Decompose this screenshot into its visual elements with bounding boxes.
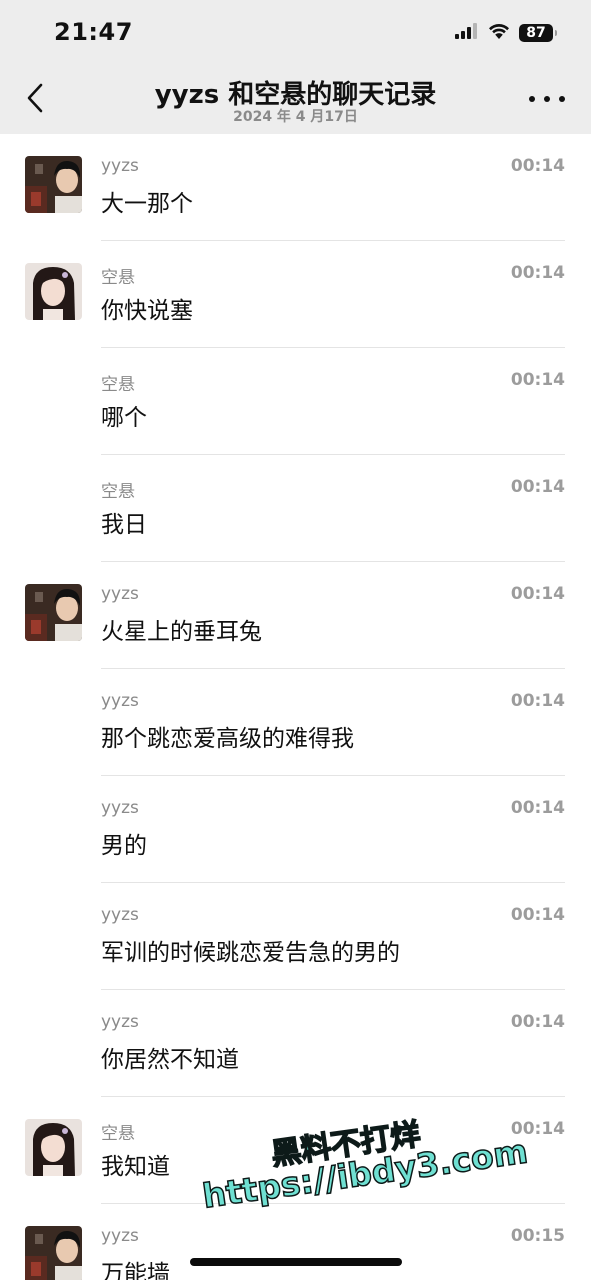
sender-name: yyzs <box>101 1226 139 1246</box>
message-row[interactable]: yyzs 00:14 火星上的垂耳兔 <box>0 562 591 669</box>
message-text: 我知道 <box>101 1154 170 1180</box>
message-text: 男的 <box>101 833 147 859</box>
chat-history-screen: 21:47 87 yyzs 和空悬的聊天记录 2024 年 4 月17日 yyz… <box>0 0 591 1280</box>
wifi-icon <box>487 22 511 44</box>
cellular-signal-icon <box>455 23 479 43</box>
sender-name: 空悬 <box>101 1124 135 1144</box>
sender-name: 空悬 <box>101 375 135 395</box>
message-time: 00:14 <box>510 477 565 497</box>
message-row[interactable]: yyzs 00:14 军训的时候跳恋爱告急的男的 <box>0 883 591 990</box>
message-text: 军训的时候跳恋爱告急的男的 <box>101 940 400 966</box>
message-list: yyzs 00:14 大一那个 空悬 00:14 你快说塞 空悬 00:14 哪个 空悬 00:1… <box>0 134 591 1280</box>
message-row[interactable]: 空悬 00:14 哪个 <box>0 348 591 455</box>
message-time: 00:14 <box>510 156 565 176</box>
home-indicator[interactable] <box>190 1258 402 1266</box>
avatar-kongxuan[interactable] <box>25 263 82 320</box>
message-time: 00:14 <box>510 691 565 711</box>
avatar-yyzs[interactable] <box>25 156 82 213</box>
sender-name: 空悬 <box>101 268 135 288</box>
message-row[interactable]: 空悬 00:14 你快说塞 <box>0 241 591 348</box>
message-time: 00:14 <box>510 584 565 604</box>
sender-name: 空悬 <box>101 482 135 502</box>
sender-name: yyzs <box>101 798 139 818</box>
chevron-left-icon <box>27 83 43 113</box>
message-time: 00:14 <box>510 370 565 390</box>
sender-name: yyzs <box>101 584 139 604</box>
message-time: 00:14 <box>510 1012 565 1032</box>
back-button[interactable] <box>20 80 50 116</box>
more-button[interactable] <box>529 92 565 106</box>
message-text: 火星上的垂耳兔 <box>101 619 262 645</box>
message-row[interactable]: yyzs 00:14 你居然不知道 <box>0 990 591 1097</box>
message-text: 大一那个 <box>101 191 193 217</box>
message-row[interactable]: 空悬 00:14 我知道 <box>0 1097 591 1204</box>
sender-name: yyzs <box>101 156 139 176</box>
message-row[interactable]: yyzs 00:15 万能墙 <box>0 1204 591 1280</box>
avatar-yyzs[interactable] <box>25 1226 82 1280</box>
battery-icon: 87 <box>519 24 557 42</box>
message-time: 00:14 <box>510 263 565 283</box>
message-text: 你居然不知道 <box>101 1047 239 1073</box>
message-time: 00:14 <box>510 798 565 818</box>
more-dots-icon <box>529 96 535 102</box>
chat-date: 2024 年 4 月17日 <box>233 109 358 125</box>
status-icons: 87 <box>455 20 557 46</box>
avatar-yyzs[interactable] <box>25 584 82 641</box>
sender-name: yyzs <box>101 1012 139 1032</box>
message-text: 你快说塞 <box>101 298 193 324</box>
message-time: 00:15 <box>510 1226 565 1246</box>
message-row[interactable]: yyzs 00:14 那个跳恋爱高级的难得我 <box>0 669 591 776</box>
message-row[interactable]: yyzs 00:14 大一那个 <box>0 134 591 241</box>
header-bar: 21:47 87 yyzs 和空悬的聊天记录 2024 年 4 月17日 <box>0 0 591 134</box>
message-row[interactable]: yyzs 00:14 男的 <box>0 776 591 883</box>
message-row[interactable]: 空悬 00:14 我日 <box>0 455 591 562</box>
message-time: 00:14 <box>510 1119 565 1139</box>
message-text: 哪个 <box>101 405 147 431</box>
avatar-kongxuan[interactable] <box>25 1119 82 1176</box>
message-text: 我日 <box>101 512 147 538</box>
message-text: 那个跳恋爱高级的难得我 <box>101 726 354 752</box>
status-time: 21:47 <box>54 18 133 46</box>
sender-name: yyzs <box>101 905 139 925</box>
sender-name: yyzs <box>101 691 139 711</box>
message-time: 00:14 <box>510 905 565 925</box>
message-text: 万能墙 <box>101 1261 170 1280</box>
